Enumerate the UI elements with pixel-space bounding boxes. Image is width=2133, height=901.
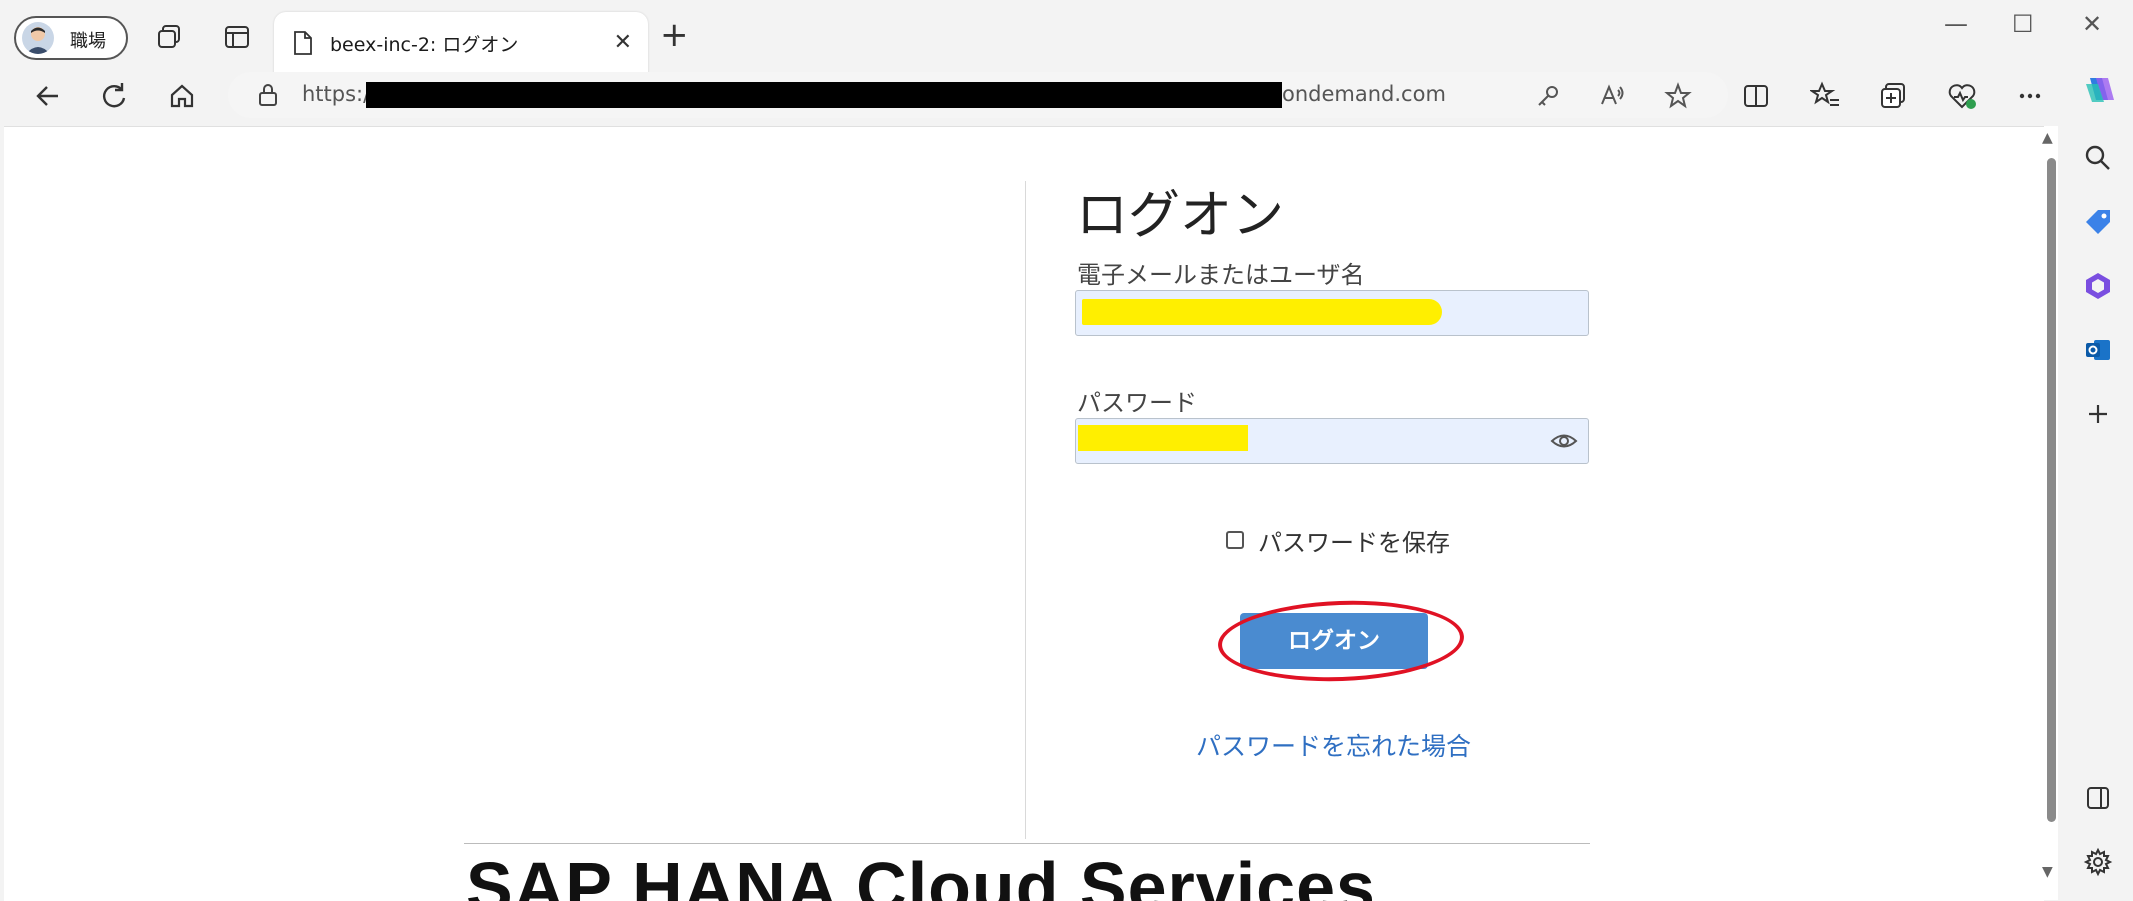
password-label: パスワード (1077, 389, 1197, 417)
lock-icon[interactable] (256, 82, 280, 112)
office-icon[interactable] (2082, 270, 2114, 302)
maximize-button[interactable]: ☐ (2012, 10, 2034, 38)
redaction-highlight (1082, 299, 1442, 325)
profile-label: 職場 (70, 31, 106, 52)
remember-password-checkbox[interactable] (1226, 531, 1244, 549)
scrollbar-thumb[interactable] (2047, 158, 2056, 822)
add-sidebar-app-icon[interactable] (2082, 398, 2114, 430)
new-tab-button[interactable]: + (660, 18, 689, 52)
scroll-down-arrow-icon[interactable]: ▼ (2042, 864, 2053, 880)
favorites-icon[interactable] (1808, 80, 1842, 112)
remember-password-label: パスワードを保存 (1258, 529, 1450, 557)
read-aloud-icon[interactable] (1598, 82, 1626, 110)
page-title: ログオン (1076, 186, 1285, 246)
username-field[interactable] (1075, 290, 1589, 336)
close-window-button[interactable]: ✕ (2082, 10, 2102, 38)
vertical-tabs-icon[interactable] (222, 22, 252, 52)
back-button[interactable] (26, 74, 70, 118)
key-icon[interactable] (1534, 82, 1562, 110)
settings-gear-icon[interactable] (2082, 846, 2114, 878)
annotation-circle (1216, 596, 1466, 686)
tab-close-icon[interactable]: ✕ (614, 30, 632, 55)
copilot-icon[interactable] (2082, 72, 2114, 104)
redacted-url (366, 82, 1282, 108)
minimize-button[interactable]: — (1944, 10, 1968, 38)
split-screen-icon[interactable] (1740, 80, 1772, 112)
search-icon[interactable] (2082, 142, 2114, 174)
url-host: ondemand.com (1282, 82, 1446, 106)
browser-essentials-icon[interactable] (1946, 80, 1978, 112)
active-tab[interactable]: beex-inc-2: ログオン ✕ (274, 12, 648, 80)
refresh-button[interactable] (92, 74, 136, 118)
url-scheme: https:/ (302, 82, 371, 106)
tab-title: beex-inc-2: ログオン (330, 34, 519, 56)
avatar (22, 22, 54, 54)
hide-sidebar-icon[interactable] (2082, 782, 2114, 814)
footer-divider (464, 843, 1590, 844)
show-password-icon[interactable] (1550, 429, 1578, 453)
outlook-icon[interactable] (2082, 334, 2114, 366)
password-field[interactable] (1075, 418, 1589, 464)
workspaces-icon[interactable] (154, 22, 184, 52)
favorite-star-icon[interactable] (1664, 82, 1692, 110)
vertical-divider (1025, 181, 1026, 839)
address-bar[interactable]: https:/ ondemand.com (228, 72, 1728, 118)
username-label: 電子メールまたはユーザ名 (1077, 261, 1365, 289)
title-bar: 職場 beex-inc-2: ログオン ✕ + — ☐ ✕ (0, 0, 2133, 80)
home-button[interactable] (160, 74, 204, 118)
page-icon (292, 30, 314, 60)
shopping-tag-icon[interactable] (2082, 206, 2114, 238)
profile-button[interactable]: 職場 (14, 16, 128, 60)
scroll-up-arrow-icon[interactable]: ▲ (2042, 130, 2053, 146)
page-viewport: ログオン 電子メールまたはユーザ名 パスワード パスワードを保存 ログオン パス… (4, 126, 2044, 901)
redaction-highlight (1078, 425, 1248, 451)
sap-brand-heading: SAP HANA Cloud Services (466, 848, 1376, 901)
forgot-password-link[interactable]: パスワードを忘れた場合 (1196, 727, 1471, 763)
more-menu-icon[interactable] (2014, 80, 2046, 112)
edge-sidebar (2062, 72, 2133, 900)
collections-icon[interactable] (1878, 80, 1910, 112)
